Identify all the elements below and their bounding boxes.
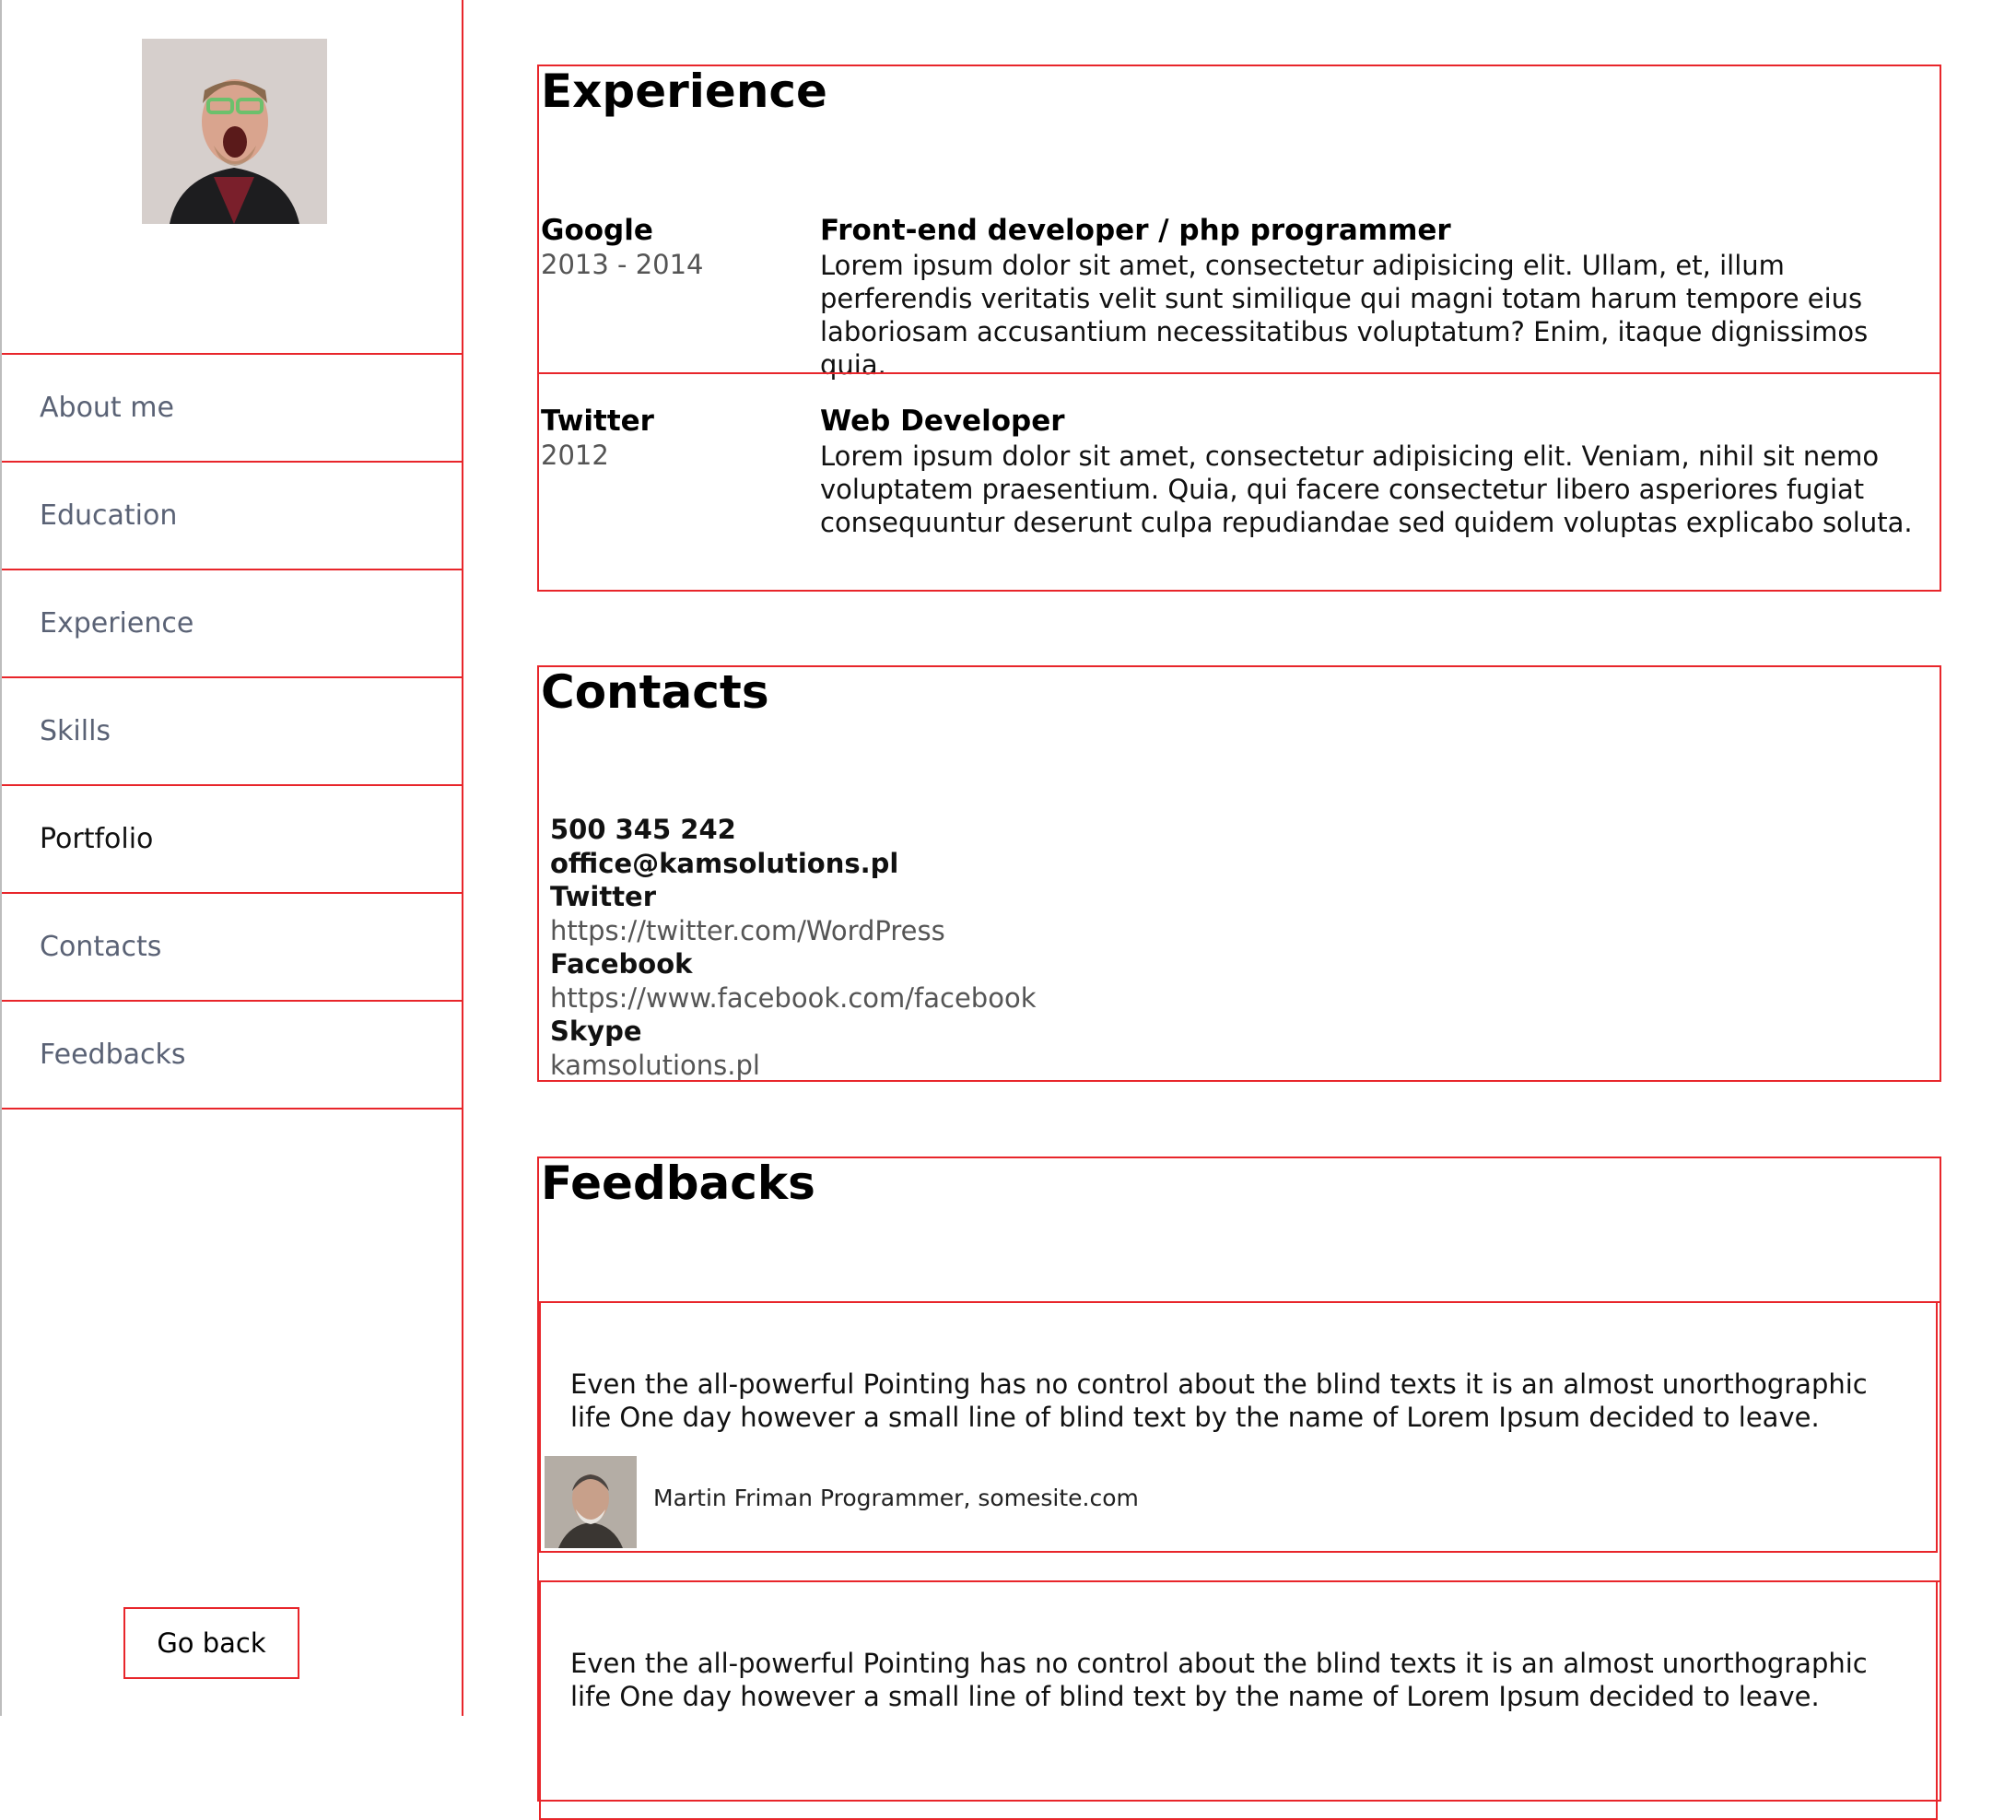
feedback-text: Even the all-powerful Pointing has no co…: [570, 1648, 1868, 1712]
nav-item-about-me[interactable]: About me: [2, 353, 463, 461]
job-title: Web Developer: [820, 405, 1065, 438]
experience-section: Experience Google 2013 - 2014 Front-end …: [537, 65, 1941, 592]
feedback-author-photo: [545, 1456, 637, 1548]
contact-phone[interactable]: 500 345 242: [550, 813, 1037, 847]
nav-item-portfolio[interactable]: Portfolio: [2, 784, 463, 892]
nav-item-education[interactable]: Education: [2, 461, 463, 569]
nav-item-experience[interactable]: Experience: [2, 569, 463, 676]
contact-facebook-label: Facebook: [550, 948, 693, 980]
job-years: 2013 - 2014: [541, 249, 704, 280]
nav-item-feedbacks[interactable]: Feedbacks: [2, 1000, 463, 1110]
feedbacks-section: Feedbacks Even the all-powerful Pointing…: [537, 1157, 1941, 1820]
profile-avatar: [142, 39, 327, 224]
job-company: Twitter: [541, 405, 654, 438]
nav-item-skills[interactable]: Skills: [2, 676, 463, 784]
feedback-text: Even the all-powerful Pointing has no co…: [570, 1368, 1868, 1433]
contact-twitter-label: Twitter: [550, 881, 657, 912]
experience-divider: [539, 372, 1940, 374]
experience-heading: Experience: [541, 65, 827, 118]
contacts-section: Contacts 500 345 242 office@kamsolutions…: [537, 665, 1941, 1082]
contact-email[interactable]: office@kamsolutions.pl: [550, 847, 1037, 881]
job-description: Lorem ipsum dolor sit amet, consectetur …: [820, 440, 1913, 538]
contact-facebook-link[interactable]: https://www.facebook.com/facebook: [550, 981, 1037, 1016]
nav-item-contacts[interactable]: Contacts: [2, 892, 463, 1000]
feedback-author: Martin Friman Programmer, somesite.com: [653, 1485, 1139, 1511]
contacts-heading: Contacts: [541, 665, 769, 719]
feedback-card: Even the all-powerful Pointing has no co…: [539, 1301, 1938, 1553]
job-description: Lorem ipsum dolor sit amet, consectetur …: [820, 250, 1869, 381]
feedback-card: Even the all-powerful Pointing has no co…: [539, 1580, 1938, 1820]
job-company: Google: [541, 214, 653, 247]
sidebar-nav: About me Education Experience Skills Por…: [2, 353, 463, 1110]
contact-twitter-link[interactable]: https://twitter.com/WordPress: [550, 914, 1037, 948]
job-years: 2012: [541, 440, 609, 471]
author-photo-illustration: [545, 1456, 637, 1548]
sidebar: About me Education Experience Skills Por…: [0, 0, 463, 1716]
avatar-illustration: [142, 39, 327, 224]
feedbacks-heading: Feedbacks: [541, 1157, 815, 1210]
contact-skype-label: Skype: [550, 1016, 642, 1047]
contact-skype-value[interactable]: kamsolutions.pl: [550, 1049, 1037, 1083]
go-back-button[interactable]: Go back: [123, 1607, 299, 1679]
contact-list: 500 345 242 office@kamsolutions.pl Twitt…: [550, 813, 1037, 1082]
job-title: Front-end developer / php programmer: [820, 214, 1451, 247]
